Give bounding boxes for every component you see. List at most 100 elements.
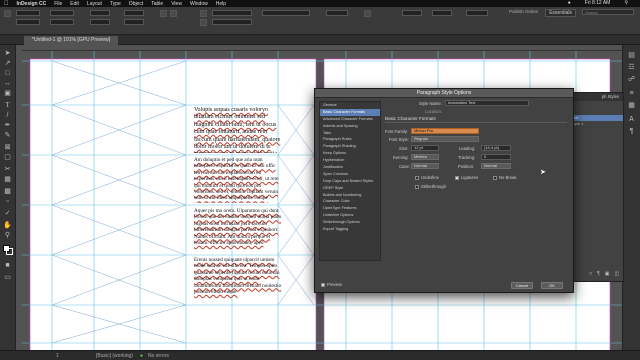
menu-type[interactable]: Type [110,1,121,7]
menu-edit[interactable]: Edit [70,1,79,7]
category-justification[interactable]: Justification [320,164,380,171]
flip-h-icon[interactable] [160,10,167,17]
category-underline-options[interactable]: Underline Options [320,212,380,219]
font-style-dropdown[interactable]: Regular [411,136,479,142]
category-paragraph-shading[interactable]: Paragraph Shading [320,143,380,150]
scissors-tool-icon[interactable]: ✂ [3,165,12,174]
text-frame-2[interactable]: Am doluptio et ped que aria num eaterper… [194,157,282,203]
scale-y-field[interactable] [90,19,110,25]
ref-point-icon[interactable] [4,10,11,17]
text-frame-1[interactable]: Volupis sequas cusaris voloryo ditatiam … [194,107,282,153]
category-paragraph-rules[interactable]: Paragraph Rules [320,136,380,143]
leading-field[interactable]: (14.4 pt) [481,145,511,151]
wifi-icon[interactable]: ● [568,0,571,6]
workspace-switcher[interactable]: Essentials [545,9,576,17]
ligatures-checkbox[interactable] [455,176,459,180]
category-grep-style[interactable]: GREP Style [320,185,380,192]
clear-overrides-icon[interactable]: ¶ [597,271,600,277]
selection-tool-icon[interactable]: ➤ [3,49,12,58]
category-opentype-features[interactable]: OpenType Features [320,205,380,212]
publish-online-button[interactable]: Publish Online [509,9,538,14]
category-hyphenation[interactable]: Hyphenation [320,157,380,164]
tracking-field[interactable]: 0 [481,154,511,160]
pencil-tool-icon[interactable]: ✎ [3,131,12,140]
menu-window[interactable]: Window [190,1,208,7]
wrap-field[interactable] [432,10,452,16]
apple-icon[interactable]:  [4,1,9,7]
nobreak-checkbox[interactable] [493,176,497,180]
menu-view[interactable]: View [171,1,182,7]
search-input[interactable]: Search [582,9,634,15]
stroke-icon[interactable] [200,19,207,26]
stroke-swatch-icon[interactable] [6,248,13,255]
new-folder-icon[interactable]: □ [589,271,592,277]
preview-checkbox[interactable] [321,283,325,287]
category-export-tagging[interactable]: Export Tagging [320,226,380,233]
opacity-field[interactable] [326,10,348,16]
style-name-input[interactable]: Annotation Text [445,100,529,106]
menu-layout[interactable]: Layout [87,1,102,7]
zoom-tool-icon[interactable]: ⚲ [3,231,12,240]
rectangle-tool-icon[interactable]: ▢ [3,153,12,162]
height-field[interactable] [50,19,74,25]
layers-panel-icon[interactable]: ☲ [627,63,636,72]
swatches-panel-icon[interactable]: ▦ [627,101,636,110]
text-frame-4[interactable]: Erenis nossed quiquate ulparcit umisto m… [194,257,282,301]
category-span-columns[interactable]: Span Columns [320,171,380,178]
eyedropper-tool-icon[interactable]: ✓ [3,209,12,218]
flip-v-icon[interactable] [170,10,177,17]
stroke-weight-field[interactable] [212,19,252,25]
text-frame-3[interactable]: Aquer pis mo orem. Ulparumos qui dunt. P… [194,208,282,253]
y-field[interactable] [16,19,40,25]
position-dropdown[interactable]: Normal [481,163,511,169]
shear-field[interactable] [124,19,144,25]
line-tool-icon[interactable]: / [3,111,12,120]
category-tabs[interactable]: Tabs [320,130,380,137]
free-transform-tool-icon[interactable]: ▦ [3,175,12,184]
content-collector-icon[interactable]: ▣ [3,89,12,98]
case-dropdown[interactable]: Normal [411,163,439,169]
pages-panel-icon[interactable]: ▤ [627,51,636,60]
ok-button[interactable]: OK [541,282,563,289]
fx-icon[interactable] [364,10,371,17]
font-family-field[interactable]: Minion Pro [411,128,479,134]
styles-panel-row[interactable]: Style 1 [567,121,623,127]
underline-checkbox[interactable] [415,176,419,180]
page-tool-icon[interactable]: □ [3,69,12,78]
fill-swatch-field[interactable] [212,10,252,16]
category-advanced-character-formats[interactable]: Advanced Character Formats [320,116,380,123]
gap-tool-icon[interactable]: ↔ [3,79,12,88]
delete-icon[interactable]: ◫ [614,271,619,277]
page-number[interactable]: 1 [56,353,59,359]
menu-table[interactable]: Table [151,1,163,7]
menu-object[interactable]: Object [129,1,143,7]
category-bullets-numbering[interactable]: Bullets and Numbering [320,192,380,199]
category-drop-caps[interactable]: Drop Caps and Nested Styles [320,178,380,185]
hand-tool-icon[interactable]: ✋ [3,221,12,230]
paragraph-styles-icon[interactable]: ¶ [627,127,636,136]
links-panel-icon[interactable]: ☍ [627,75,636,84]
character-styles-icon[interactable]: A [627,115,636,124]
x-field[interactable] [16,10,40,16]
app-name[interactable]: InDesign CC [17,1,47,7]
apply-color-icon[interactable]: ■ [3,261,12,270]
clock[interactable]: Fri 8:12 AM [585,0,611,6]
stroke-type-field[interactable] [262,10,310,16]
stroke-panel-icon[interactable]: ≡ [627,89,636,98]
new-style-icon[interactable]: ▣ [605,271,610,277]
spotlight-icon[interactable]: ⚲ [624,0,628,6]
document-tab[interactable]: *Untitled-1 @ 101% [GPU Preview] [24,36,119,45]
category-indents-and-spacing[interactable]: Indents and Spacing [320,123,380,130]
columns-field[interactable] [466,10,488,16]
menu-help[interactable]: Help [216,1,226,7]
corner-field[interactable] [402,10,422,16]
fill-icon[interactable] [200,10,207,17]
gradient-tool-icon[interactable]: ▩ [3,187,12,196]
size-field[interactable]: 12 pt [411,145,439,151]
type-tool-icon[interactable]: T [3,101,12,110]
direct-selection-tool-icon[interactable]: ↗ [3,59,12,68]
category-basic-character-formats[interactable]: Basic Character Formats [320,108,380,116]
scale-x-field[interactable] [90,10,110,16]
cancel-button[interactable]: Cancel [511,282,533,289]
category-general[interactable]: General [320,102,380,109]
